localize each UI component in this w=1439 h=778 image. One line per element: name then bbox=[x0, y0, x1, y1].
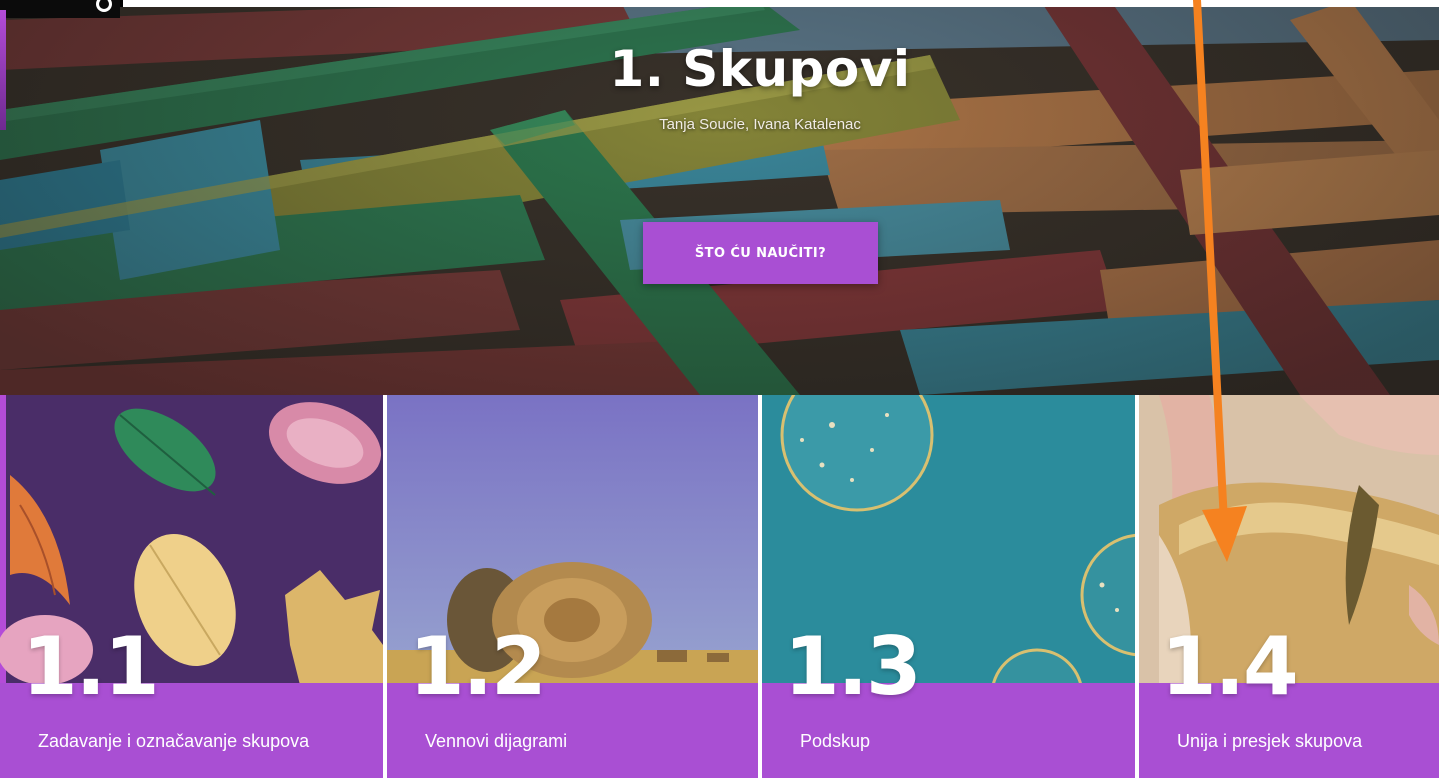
chapter-number: 1.4 bbox=[1161, 620, 1299, 713]
loading-icon bbox=[96, 0, 112, 12]
chapter-card-1-1[interactable]: 1.1 Zadavanje i označavanje skupova bbox=[0, 395, 383, 778]
chapter-cards: 1.1 Zadavanje i označavanje skupova 1.2 … bbox=[0, 395, 1439, 778]
corner-widget bbox=[0, 0, 120, 18]
page-title: 1. Skupovi bbox=[609, 40, 911, 98]
chapter-number: 1.1 bbox=[22, 620, 160, 713]
hero-banner: 1. Skupovi Tanja Soucie, Ivana Katalenac… bbox=[0, 0, 1439, 395]
chapter-title: Vennovi dijagrami bbox=[425, 731, 568, 751]
chapter-card-1-2[interactable]: 1.2 Vennovi dijagrami bbox=[387, 395, 758, 778]
chapter-number: 1.2 bbox=[409, 620, 547, 713]
page: 1. Skupovi Tanja Soucie, Ivana Katalenac… bbox=[0, 0, 1439, 778]
chapter-title: Unija i presjek skupova bbox=[1177, 731, 1363, 751]
what-will-i-learn-button[interactable]: ŠTO ĆU NAUČITI? bbox=[643, 222, 878, 284]
page-authors: Tanja Soucie, Ivana Katalenac bbox=[659, 116, 861, 133]
chapter-card-1-4[interactable]: 1.4 Unija i presjek skupova bbox=[1139, 395, 1439, 778]
card-divider bbox=[383, 598, 387, 778]
card-divider bbox=[1135, 598, 1139, 778]
top-bar-highlight bbox=[123, 0, 1439, 7]
chapter-number: 1.3 bbox=[784, 620, 922, 713]
chapter-title: Podskup bbox=[800, 731, 871, 751]
chapter-title: Zadavanje i označavanje skupova bbox=[38, 731, 310, 751]
chapter-card-1-3[interactable]: 1.3 Podskup bbox=[762, 395, 1135, 778]
card-divider bbox=[758, 598, 762, 778]
